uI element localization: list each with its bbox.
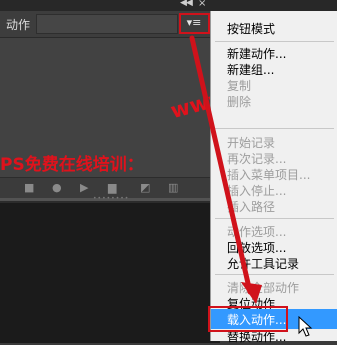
panel-lower-area: [0, 201, 220, 343]
menu-item-insert-path: 插入路径: [227, 200, 276, 214]
menu-button-highlight: [179, 13, 210, 34]
collapse-icon[interactable]: ◀◀: [180, 0, 193, 8]
stop-icon[interactable]: ■: [24, 182, 34, 194]
menu-separator: [215, 128, 334, 129]
menu-separator: [215, 41, 334, 42]
close-icon[interactable]: ×: [198, 0, 206, 9]
panel-header: 动作 ▾≡: [0, 11, 220, 38]
tab-actions[interactable]: 动作: [6, 16, 30, 33]
tab-strip: [36, 14, 178, 34]
window-top-strip: ◀◀ ×: [0, 0, 337, 11]
panel-context-menu: 按钮模式 新建动作... 新建组... 复制 删除 开始记录 再次记录... 插…: [210, 11, 337, 344]
trash-icon[interactable]: ▥: [168, 182, 178, 194]
menu-item-action-options: 动作选项...: [227, 225, 287, 239]
menu-separator: [215, 218, 334, 219]
menu-item-delete: 删除: [227, 95, 252, 109]
menu-item-insert-stop: 插入停止...: [227, 184, 287, 198]
menu-item-new-action[interactable]: 新建动作...: [227, 45, 286, 62]
menu-item-button-mode[interactable]: 按钮模式: [227, 20, 275, 37]
actions-panel: 动作 ▾≡ ■ ● ▶ ▆ ◩ ▥ ••••••••: [0, 11, 220, 343]
mouse-cursor-icon: [298, 316, 313, 337]
menu-item-clear-all-actions: 清除全部动作: [227, 281, 300, 295]
menu-item-playback-options[interactable]: 回放选项...: [227, 239, 286, 256]
menu-item-insert-menu-item: 插入菜单项目...: [227, 168, 311, 182]
menu-item-allow-tool-recording[interactable]: 允许工具记录: [227, 255, 299, 272]
load-actions-highlight: [208, 306, 288, 332]
new-action-icon[interactable]: ◩: [140, 182, 150, 194]
menu-item-start-recording: 开始记录: [227, 136, 276, 150]
menu-item-duplicate: 复制: [227, 79, 252, 93]
watermark-text: PS免费在线培训：: [0, 155, 144, 175]
play-icon[interactable]: ▶: [80, 182, 88, 194]
menu-item-new-set[interactable]: 新建组...: [227, 61, 274, 78]
menu-item-record-again: 再次记录...: [227, 152, 287, 166]
folder-icon[interactable]: ▆: [108, 182, 116, 194]
menu-separator: [215, 274, 334, 275]
record-icon[interactable]: ●: [52, 182, 62, 194]
